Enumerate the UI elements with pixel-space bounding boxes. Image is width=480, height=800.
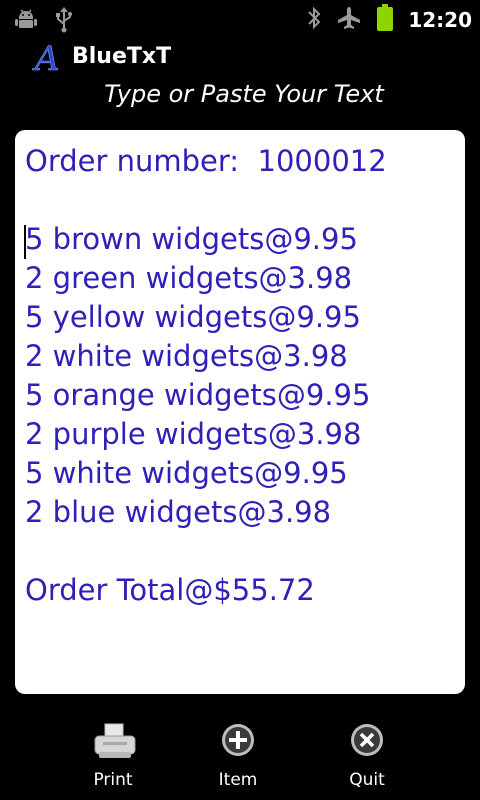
text-line-order-total: Order Total@$55.72 [25, 573, 315, 607]
status-time: 12:20 [408, 8, 472, 32]
text-line-blank [25, 532, 455, 571]
text-line-item: 5 yellow widgets@9.95 [25, 300, 361, 334]
status-bar: 12:20 [0, 0, 480, 38]
text-line-blank [25, 181, 455, 220]
android-debug-icon [14, 8, 38, 36]
app-logo: A [32, 39, 68, 80]
add-item-button[interactable]: Item [188, 722, 288, 798]
quit-label: Quit [349, 770, 385, 790]
print-button[interactable]: Print [63, 722, 163, 798]
usb-icon [54, 7, 74, 37]
text-line-item: 2 blue widgets@3.98 [25, 495, 332, 529]
bluetooth-icon [306, 5, 322, 35]
text-line-item: 5 brown widgets@9.95 [25, 222, 358, 256]
text-line-item: 2 green widgets@3.98 [25, 261, 353, 295]
order-text-area[interactable]: Order number: 1000012 5 brown widgets@9.… [15, 130, 465, 694]
plus-circle-icon [218, 722, 258, 762]
close-circle-icon [347, 722, 387, 762]
text-line-item: 2 white widgets@3.98 [25, 339, 348, 373]
svg-text:A: A [32, 40, 60, 76]
item-label: Item [218, 770, 258, 790]
app-title: BlueTxT [72, 44, 172, 69]
print-label: Print [93, 770, 133, 790]
text-line-item: 2 purple widgets@3.98 [25, 417, 362, 451]
printer-icon [93, 722, 136, 762]
quit-button[interactable]: Quit [317, 722, 417, 798]
text-cursor [24, 225, 26, 259]
options-menu: Print Item Quit [0, 712, 480, 800]
app-subtitle: Type or Paste Your Text [104, 80, 384, 108]
battery-icon [376, 4, 394, 36]
text-line-order-number: Order number: 1000012 [25, 144, 387, 178]
text-line-item: 5 orange widgets@9.95 [25, 378, 371, 412]
text-line-item: 5 white widgets@9.95 [25, 456, 348, 490]
airplane-mode-icon [336, 5, 362, 35]
